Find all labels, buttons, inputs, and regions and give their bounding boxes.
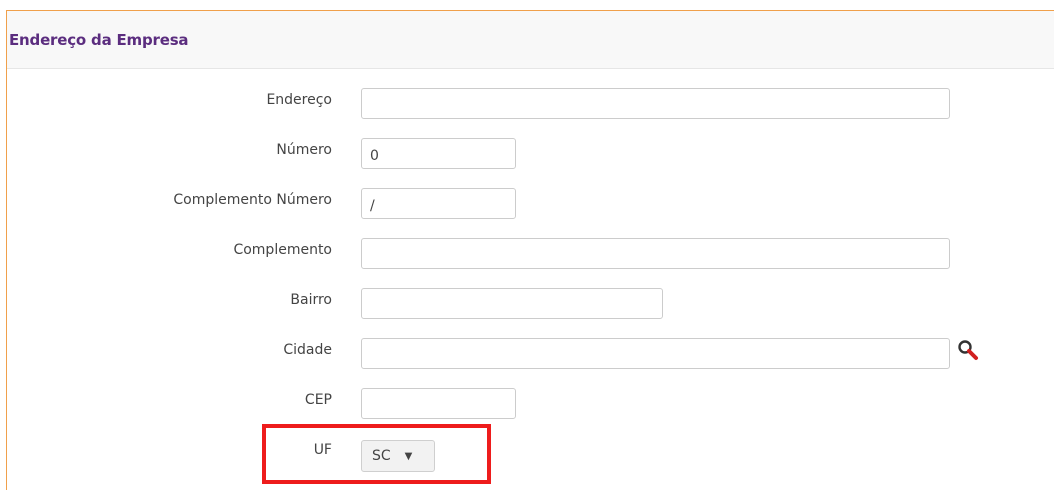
- numero-label: Número: [276, 142, 332, 158]
- section-title: Endereço da Empresa: [9, 30, 189, 49]
- complemento-input[interactable]: [361, 238, 950, 269]
- panel-header: Endereço da Empresa: [7, 11, 1054, 69]
- cidade-input[interactable]: [361, 338, 950, 369]
- complemento-label: Complemento: [233, 242, 332, 258]
- search-icon[interactable]: [957, 339, 979, 361]
- highlight-box: [262, 424, 491, 484]
- bairro-input[interactable]: [361, 288, 663, 319]
- numero-input[interactable]: [361, 138, 516, 169]
- complemento-numero-label: Complemento Número: [173, 192, 332, 208]
- complemento-numero-input[interactable]: [361, 188, 516, 219]
- cep-input[interactable]: [361, 388, 516, 419]
- endereco-input[interactable]: [361, 88, 950, 119]
- cep-label: CEP: [304, 392, 332, 408]
- endereco-label: Endereço: [266, 92, 332, 108]
- cidade-label: Cidade: [283, 342, 332, 358]
- bairro-label: Bairro: [290, 292, 332, 308]
